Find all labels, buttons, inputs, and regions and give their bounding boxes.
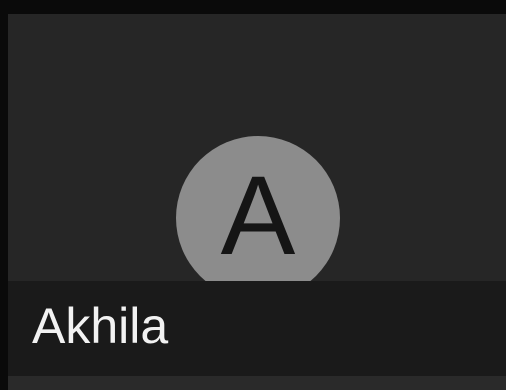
- participant-tile[interactable]: A Akhila: [8, 14, 506, 390]
- video-grid-frame: A Akhila: [0, 0, 506, 390]
- tile-bottom-strip: [8, 376, 506, 390]
- participant-name: Akhila: [32, 298, 169, 354]
- participant-name-bar: Akhila: [8, 281, 506, 376]
- avatar-initial: A: [220, 153, 296, 278]
- avatar: A: [176, 136, 340, 300]
